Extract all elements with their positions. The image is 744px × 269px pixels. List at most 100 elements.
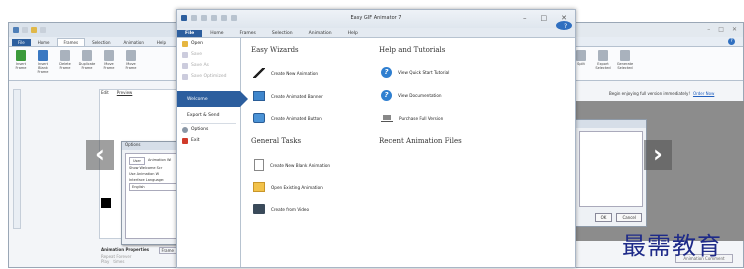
help-tutorials-heading: Help and Tutorials bbox=[379, 46, 446, 54]
blank-document-icon bbox=[254, 159, 264, 171]
next-slide-arrow[interactable]: › bbox=[644, 140, 672, 170]
left-tab-animation[interactable]: Animation bbox=[118, 39, 150, 46]
duplicate-frame-icon bbox=[82, 50, 92, 61]
purchase-full-version-link[interactable]: Purchase Full Version bbox=[381, 113, 443, 123]
open-existing-animation-link[interactable]: Open Existing Animation bbox=[253, 182, 323, 192]
sidebar-item-save[interactable]: Save bbox=[177, 49, 240, 60]
create-from-video-link[interactable]: Create from Video bbox=[253, 204, 309, 214]
tab-frames[interactable]: Frames bbox=[232, 30, 264, 37]
left-tab-help[interactable]: Help bbox=[151, 39, 172, 46]
options-icon bbox=[182, 126, 188, 133]
animation-properties-panel: Animation Properties Frame Repeat Foreve… bbox=[99, 245, 179, 269]
delete-frame-button[interactable]: Delete Frame bbox=[56, 50, 74, 77]
duplicate-frame-button[interactable]: Duplicate Frame bbox=[78, 50, 96, 77]
question-circle-icon: ? bbox=[381, 90, 392, 101]
recent-files-heading: Recent Animation Files bbox=[379, 137, 462, 145]
tab-help[interactable]: Help bbox=[340, 30, 366, 37]
left-tab-frames[interactable]: Frames bbox=[56, 38, 86, 46]
interface-language-select[interactable]: English bbox=[129, 183, 183, 191]
shopping-cart-icon bbox=[381, 113, 393, 123]
sidebar-item-save-optimized[interactable]: Save Optimized bbox=[177, 71, 240, 82]
sidebar-item-exit[interactable]: Exit bbox=[177, 135, 240, 146]
props-header: Animation Properties Frame bbox=[101, 247, 177, 254]
easy-wizards-heading: Easy Wizards bbox=[251, 46, 299, 54]
sidebar-item-save-as[interactable]: Save As bbox=[177, 60, 240, 71]
left-tab-file[interactable]: File bbox=[12, 39, 31, 46]
open-folder-icon bbox=[182, 40, 188, 47]
right-title-bar: – □ ✕ bbox=[569, 23, 743, 37]
folder-icon bbox=[253, 182, 265, 192]
tab-animation[interactable]: Animation bbox=[301, 30, 340, 37]
close-button[interactable]: ✕ bbox=[732, 26, 737, 33]
tab-preview[interactable]: Preview bbox=[117, 90, 133, 95]
order-now-link[interactable]: Order Now bbox=[693, 91, 714, 96]
minimize-button[interactable]: – bbox=[523, 14, 527, 22]
export-icon bbox=[598, 50, 608, 61]
maximize-button[interactable]: □ bbox=[718, 26, 724, 33]
create-animated-button-link[interactable]: Create Animated Button bbox=[253, 113, 322, 123]
insert-blank-frame-icon bbox=[38, 50, 48, 61]
right-ribbon-tabs: ? bbox=[569, 37, 743, 47]
left-ribbon-tabs: File Home Frames Selection Animation Hel… bbox=[9, 37, 177, 47]
main-window: Easy GIF Animator 7 – □ ✕ File Home Fram… bbox=[176, 9, 576, 268]
props-title: Animation Properties bbox=[101, 247, 150, 252]
watermark-logo: 最需教育 bbox=[622, 232, 722, 260]
upgrade-text: Begin enjoying full version immediately! bbox=[609, 91, 690, 96]
app-icon bbox=[13, 27, 19, 33]
open-icon bbox=[31, 27, 37, 33]
insert-blank-frame-button[interactable]: Insert Blank Frame bbox=[34, 50, 52, 77]
sidebar-item-open[interactable]: Open bbox=[177, 38, 240, 49]
create-new-blank-animation-link[interactable]: Create New Blank Animation bbox=[254, 159, 330, 171]
help-icon[interactable]: ? bbox=[728, 38, 735, 45]
new-icon bbox=[22, 27, 28, 33]
left-toolbox bbox=[13, 89, 21, 229]
backstage-sidebar: Open Save Save As Save Optimized Welcome… bbox=[177, 38, 248, 267]
move-frame-button[interactable]: Move Frame bbox=[100, 50, 118, 77]
left-tab-home[interactable]: Home bbox=[32, 39, 56, 46]
export-selected-button[interactable]: Export Selected bbox=[594, 50, 612, 77]
magic-wand-icon bbox=[253, 68, 265, 78]
left-ribbon: Insert Frame Insert Blank Frame Delete F… bbox=[9, 47, 177, 81]
generate-selected-button[interactable]: Generate Selected bbox=[616, 50, 634, 77]
props-tab-frame[interactable]: Frame bbox=[158, 247, 177, 254]
move-frame-button-2[interactable]: Move Frame bbox=[122, 50, 140, 77]
minimize-button[interactable]: – bbox=[707, 26, 710, 33]
main-ribbon-tabs: File Home Frames Selection Animation Hel… bbox=[177, 21, 575, 38]
save-icon bbox=[182, 51, 188, 58]
left-quick-access-bar bbox=[9, 23, 177, 37]
cancel-button[interactable]: Cancel bbox=[616, 213, 642, 222]
previous-slide-arrow[interactable]: ‹ bbox=[86, 140, 114, 170]
upgrade-message: Begin enjoying full version immediately!… bbox=[609, 91, 714, 96]
play-radio[interactable]: Play bbox=[101, 259, 109, 264]
exit-icon bbox=[182, 137, 188, 144]
sidebar-item-export-send[interactable]: Export & Send bbox=[177, 107, 240, 123]
tab-selection[interactable]: Selection bbox=[264, 30, 301, 37]
create-new-animation-link[interactable]: Create New Animation bbox=[253, 68, 318, 78]
maximize-button[interactable]: □ bbox=[541, 14, 548, 22]
question-circle-icon: ? bbox=[381, 67, 392, 78]
sidebar-item-options[interactable]: Options bbox=[177, 124, 240, 135]
save-icon bbox=[40, 27, 46, 33]
help-icon[interactable]: ? bbox=[556, 21, 572, 30]
insert-frame-icon bbox=[16, 50, 26, 61]
tab-edit[interactable]: Edit bbox=[101, 90, 109, 95]
insert-frame-button[interactable]: Insert Frame bbox=[12, 50, 30, 77]
times-label: times bbox=[113, 259, 125, 264]
tab-home[interactable]: Home bbox=[202, 30, 231, 37]
options-tab-animation[interactable]: Animation Wi bbox=[148, 157, 171, 165]
right-dialog: OK Cancel bbox=[575, 119, 647, 227]
right-ribbon: Split Export Selected Generate Selected bbox=[569, 47, 743, 81]
color-swatch[interactable] bbox=[101, 198, 111, 208]
ok-button[interactable]: OK bbox=[594, 213, 613, 222]
delete-frame-icon bbox=[60, 50, 70, 61]
view-documentation-link[interactable]: ? View Documentation bbox=[381, 90, 442, 101]
sidebar-item-welcome[interactable]: Welcome bbox=[177, 91, 248, 107]
quick-start-tutorial-link[interactable]: ? View Quick Start Tutorial bbox=[381, 67, 449, 78]
create-animated-banner-link[interactable]: Create Animated Banner bbox=[253, 91, 323, 101]
banner-icon bbox=[253, 91, 265, 101]
left-tab-selection[interactable]: Selection bbox=[86, 39, 116, 46]
options-tab-user[interactable]: User bbox=[129, 157, 145, 165]
right-window-controls: – □ ✕ bbox=[707, 26, 737, 33]
tab-file[interactable]: File bbox=[177, 30, 203, 37]
move-frame-icon bbox=[126, 50, 136, 61]
